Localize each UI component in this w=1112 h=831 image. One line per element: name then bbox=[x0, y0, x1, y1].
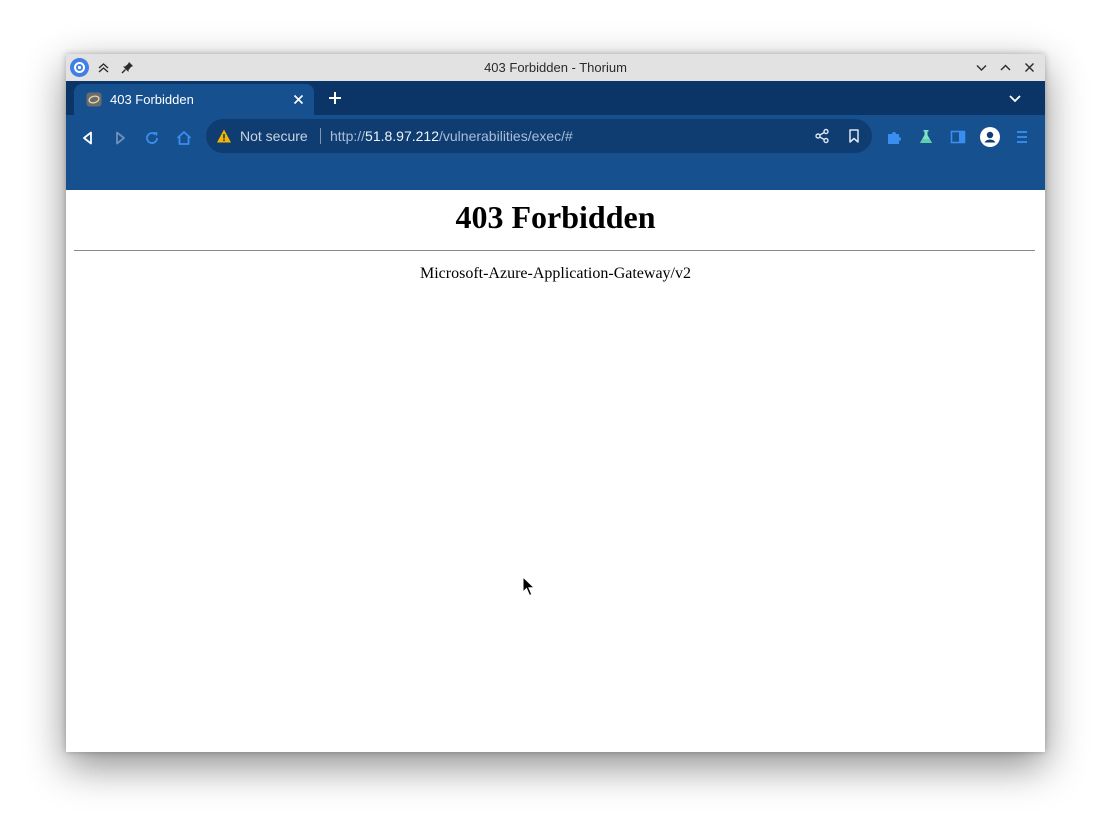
horizontal-rule bbox=[74, 250, 1035, 251]
bookmark-icon[interactable] bbox=[846, 128, 862, 144]
tab-403-forbidden[interactable]: 403 Forbidden bbox=[74, 84, 314, 115]
extensions-puzzle-icon[interactable] bbox=[884, 127, 904, 147]
page-heading: 403 Forbidden bbox=[455, 199, 656, 235]
menu-icon[interactable] bbox=[1012, 127, 1032, 147]
toolbar: Not secure http://51.8.97.212/vulnerabil… bbox=[66, 115, 1045, 190]
new-tab-icon[interactable] bbox=[326, 89, 344, 107]
tab-search-chevron-icon[interactable] bbox=[1007, 90, 1023, 106]
maximize-icon[interactable] bbox=[996, 58, 1015, 77]
security-status-label[interactable]: Not secure bbox=[240, 119, 308, 153]
side-panel-icon[interactable] bbox=[948, 127, 968, 147]
globe-favicon-icon bbox=[86, 92, 102, 107]
url-path: /vulnerabilities/exec/# bbox=[439, 128, 573, 144]
server-signature: Microsoft-Azure-Application-Gateway/v2 bbox=[419, 265, 691, 282]
omnibox-divider bbox=[320, 128, 321, 144]
profile-avatar-icon[interactable] bbox=[980, 127, 1000, 147]
tab-title: 403 Forbidden bbox=[110, 92, 194, 107]
url-host: 51.8.97.212 bbox=[365, 128, 439, 144]
mouse-cursor-icon bbox=[522, 575, 536, 597]
warning-icon[interactable] bbox=[216, 128, 232, 144]
tab-close-icon[interactable] bbox=[291, 92, 306, 107]
home-icon[interactable] bbox=[173, 127, 195, 149]
labs-flask-icon[interactable] bbox=[916, 127, 936, 147]
url-scheme: http:// bbox=[330, 128, 366, 144]
close-icon[interactable] bbox=[1020, 58, 1039, 77]
address-bar[interactable]: Not secure http://51.8.97.212/vulnerabil… bbox=[206, 119, 872, 153]
tab-strip: 403 Forbidden bbox=[66, 81, 1045, 115]
browser-window: 403 Forbidden - Thorium 403 Forbidden No… bbox=[66, 54, 1045, 752]
forward-icon[interactable] bbox=[109, 127, 131, 149]
window-title: 403 Forbidden - Thorium bbox=[484, 60, 627, 75]
url-text[interactable]: http://51.8.97.212/vulnerabilities/exec/… bbox=[330, 119, 573, 153]
title-bar: 403 Forbidden - Thorium bbox=[66, 54, 1045, 81]
back-icon[interactable] bbox=[77, 127, 99, 149]
share-icon[interactable] bbox=[814, 128, 830, 144]
reload-icon[interactable] bbox=[141, 127, 163, 149]
page-content: 403 Forbidden Microsoft-Azure-Applicatio… bbox=[66, 190, 1045, 752]
minimize-icon[interactable] bbox=[972, 58, 991, 77]
